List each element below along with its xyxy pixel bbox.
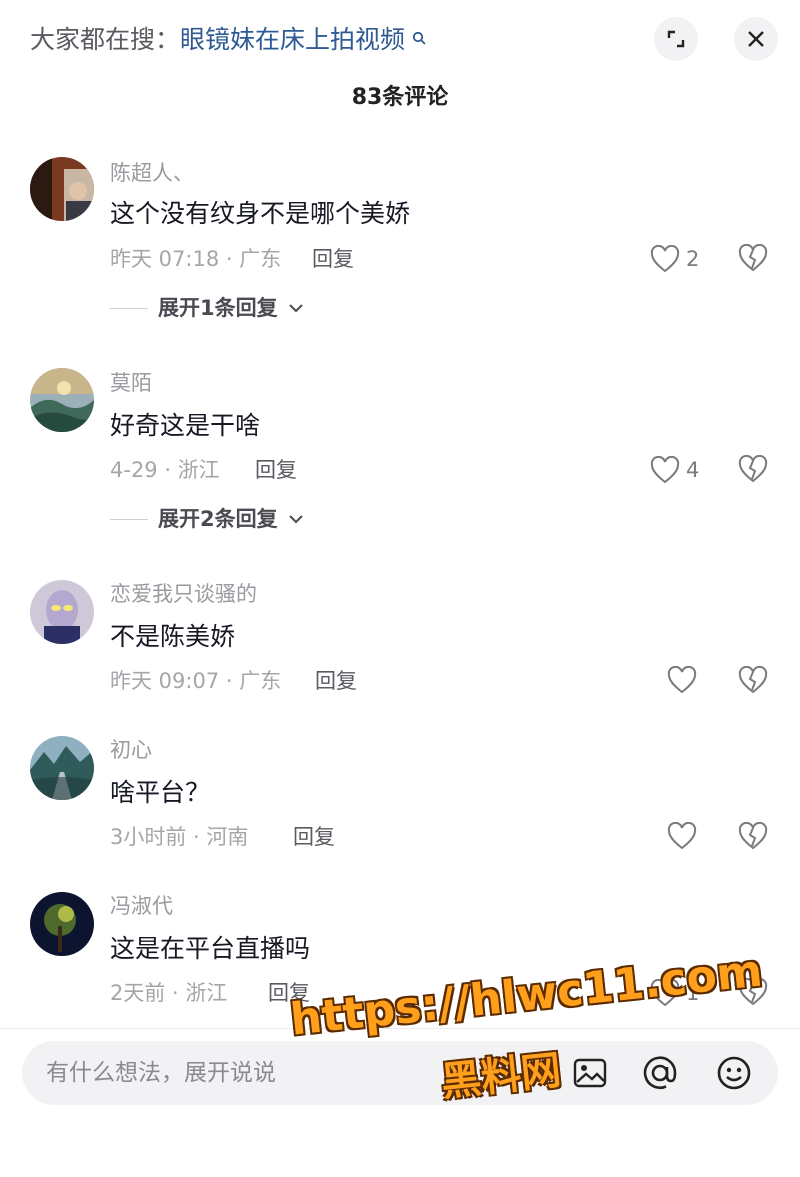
comment-meta: 昨天 09:07 · 广东 (110, 669, 282, 693)
broken-heart-icon (738, 243, 768, 272)
divider-line (110, 307, 148, 309)
chevron-down-icon (288, 515, 303, 524)
expand-replies-label: 展开2条回复 (158, 507, 278, 531)
avatar[interactable] (30, 736, 94, 800)
broken-heart-icon (738, 665, 768, 694)
comment-username[interactable]: 恋爱我只谈骚的 (110, 579, 257, 609)
avatar[interactable] (30, 157, 94, 221)
like-button[interactable] (667, 822, 697, 850)
comment-meta: 昨天 07:18 · 广东 (110, 247, 282, 271)
search-icon (407, 30, 426, 49)
expand-replies-button[interactable]: 展开1条回复 (110, 293, 304, 323)
watermark-url: https://hlwc11.com (288, 945, 765, 1046)
avatar[interactable] (30, 580, 94, 644)
comment-username[interactable]: 初心 (110, 735, 152, 765)
dislike-button[interactable] (738, 665, 768, 698)
comment-username[interactable]: 冯淑代 (110, 891, 173, 921)
trending-search-hint[interactable]: 大家都在搜：眼镜妹在床上拍视频 (30, 22, 426, 58)
comment-meta: 3小时前 · 河南 (110, 825, 249, 849)
avatar[interactable] (30, 892, 94, 956)
comment-meta: 4-29 · 浙江 (110, 458, 220, 482)
broken-heart-icon (738, 454, 768, 483)
trending-search-prefix: 大家都在搜： (30, 25, 181, 54)
reply-button[interactable]: 回复 (312, 244, 354, 274)
heart-icon (650, 456, 680, 484)
dislike-button[interactable] (738, 454, 768, 487)
close-button[interactable] (734, 17, 778, 61)
divider-line (110, 518, 148, 520)
trending-search-term[interactable]: 眼镜妹在床上拍视频 (180, 25, 405, 54)
watermark-site-name: 黑料网 (439, 1047, 564, 1106)
heart-icon (650, 245, 680, 273)
top-bar: 大家都在搜：眼镜妹在床上拍视频 (0, 0, 800, 80)
watermark-overlay: https://hlwc11.com 黑料网 (288, 945, 765, 1125)
comment-username[interactable]: 陈超人、 (110, 158, 194, 188)
reply-button[interactable]: 回复 (255, 455, 297, 485)
comment-text: 啥平台？ (110, 778, 211, 807)
heart-icon (667, 822, 697, 850)
comment-meta: 2天前 · 浙江 (110, 981, 228, 1005)
comment-username[interactable]: 莫陌 (110, 368, 152, 398)
expand-replies-label: 展开1条回复 (158, 296, 278, 320)
like-button[interactable]: 4 (650, 455, 699, 485)
comment-text: 好奇这是干啥 (110, 411, 261, 440)
like-button[interactable] (667, 666, 697, 694)
comment-count-title: 83条评论 (351, 85, 449, 110)
close-icon (748, 31, 764, 47)
avatar[interactable] (30, 368, 94, 432)
like-button[interactable]: 2 (650, 244, 699, 274)
expand-icon (667, 30, 685, 48)
like-count: 2 (686, 247, 700, 271)
fullscreen-button[interactable] (654, 17, 698, 61)
like-count: 4 (686, 458, 700, 482)
dislike-button[interactable] (738, 821, 768, 854)
expand-replies-button[interactable]: 展开2条回复 (110, 504, 304, 534)
dislike-button[interactable] (738, 243, 768, 276)
comment-text: 这个没有纹身不是哪个美娇 (110, 199, 411, 228)
comment-text: 不是陈美娇 (110, 622, 236, 651)
heart-icon (667, 666, 697, 694)
comment-input-placeholder: 有什么想法，展开说说 (46, 1060, 276, 1086)
chevron-down-icon (288, 304, 303, 313)
reply-button[interactable]: 回复 (293, 822, 335, 852)
broken-heart-icon (738, 821, 768, 850)
reply-button[interactable]: 回复 (315, 666, 357, 696)
comment-text: 这是在平台直播吗 (110, 934, 311, 963)
